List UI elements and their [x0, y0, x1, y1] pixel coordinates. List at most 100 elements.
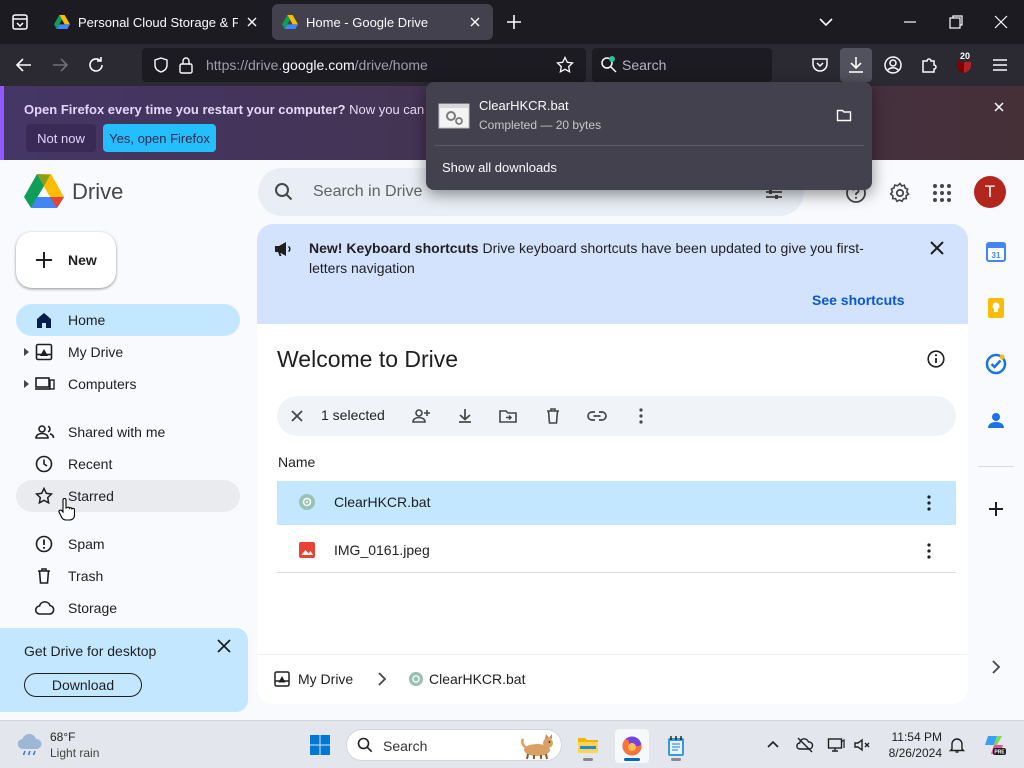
new-button[interactable]: New: [16, 232, 116, 288]
announcement-megaphone-icon: [273, 240, 293, 258]
weather-temperature[interactable]: 68°F: [50, 730, 75, 744]
sidebar-item-starred[interactable]: Starred: [16, 480, 240, 512]
notification-bell-icon[interactable]: [948, 736, 966, 754]
windows-start-icon[interactable]: [309, 734, 331, 756]
account-icon[interactable]: [883, 55, 903, 75]
close-tab-icon[interactable]: [244, 14, 260, 30]
my-drive-icon: [274, 671, 290, 687]
tab-list-icon[interactable]: [8, 10, 32, 34]
app-name[interactable]: Drive: [72, 179, 123, 205]
sidebar-item-recent[interactable]: Recent: [16, 448, 240, 480]
volume-muted-icon[interactable]: [853, 736, 871, 754]
url-bar[interactable]: https://drive.google.com/drive/home: [142, 48, 586, 82]
weather-condition[interactable]: Light rain: [50, 746, 99, 760]
browser-navigation-bar: https://drive.google.com/drive/home Sear…: [0, 44, 1024, 86]
search-engine-icon: [600, 56, 618, 74]
trash-icon: [35, 567, 53, 585]
browser-search-bar[interactable]: Search: [592, 48, 772, 82]
show-hidden-icons-chevron-icon[interactable]: [764, 736, 782, 754]
rain-cloud-weather-icon[interactable]: [16, 733, 44, 757]
new-tab-icon[interactable]: [504, 12, 524, 32]
taskbar-firefox[interactable]: [615, 729, 649, 763]
taskbar-clock[interactable]: 11:54 PM: [878, 730, 942, 744]
see-shortcuts-link[interactable]: See shortcuts: [812, 292, 905, 308]
sidebar-item-spam[interactable]: Spam: [16, 528, 240, 560]
download-icon[interactable]: [455, 406, 475, 426]
taskbar-notepad[interactable]: [659, 729, 693, 763]
move-to-folder-icon[interactable]: [498, 406, 518, 426]
more-options-icon[interactable]: [921, 493, 937, 513]
minimize-icon[interactable]: [900, 12, 920, 32]
sidebar-item-label: Trash: [68, 568, 104, 584]
more-options-icon[interactable]: [921, 541, 937, 561]
close-tab-icon[interactable]: [467, 14, 483, 30]
back-arrow-icon[interactable]: [14, 55, 34, 75]
lock-icon[interactable]: [178, 56, 194, 74]
reload-icon[interactable]: [86, 55, 106, 75]
clear-selection-icon[interactable]: [289, 408, 305, 424]
yes-open-firefox-button[interactable]: Yes, open Firefox: [103, 124, 216, 152]
sidebar-item-shared-with-me[interactable]: Shared with me: [16, 416, 240, 448]
search-icon[interactable]: [274, 182, 294, 202]
breadcrumb-file[interactable]: ClearHKCR.bat: [429, 671, 525, 687]
download-icon: [846, 55, 866, 75]
display-icon[interactable]: [827, 736, 845, 754]
sidebar-item-storage[interactable]: Storage: [16, 592, 240, 624]
open-folder-icon[interactable]: [836, 107, 852, 123]
not-now-button[interactable]: Not now: [26, 124, 96, 152]
close-window-icon[interactable]: [991, 12, 1011, 32]
bookmark-star-icon[interactable]: [556, 56, 574, 74]
tab-cloud-storage[interactable]: Personal Cloud Storage & File S: [44, 4, 270, 40]
taskbar-date[interactable]: 8/26/2024: [878, 746, 942, 760]
sidebar-item-label: Storage: [68, 600, 118, 616]
sidebar-item-trash[interactable]: Trash: [16, 560, 240, 592]
taskbar-file-explorer[interactable]: [571, 729, 605, 763]
more-actions-icon[interactable]: [631, 406, 651, 426]
extensions-puzzle-icon[interactable]: [919, 55, 939, 75]
downloads-button[interactable]: [840, 48, 872, 82]
keep-notes-icon[interactable]: [985, 297, 1007, 319]
trash-icon[interactable]: [543, 406, 563, 426]
restore-icon[interactable]: [946, 12, 966, 32]
list-all-tabs-icon[interactable]: [816, 12, 836, 32]
tab-google-drive[interactable]: Home - Google Drive: [272, 4, 493, 40]
settings-gear-icon[interactable]: [889, 182, 911, 204]
sidebar-item-home[interactable]: Home: [16, 304, 240, 336]
star-icon: [35, 487, 53, 505]
file-row[interactable]: ClearHKCR.bat: [277, 481, 956, 525]
contacts-icon[interactable]: [985, 409, 1007, 431]
close-promo-icon[interactable]: [216, 638, 232, 654]
forward-arrow-icon[interactable]: [50, 55, 70, 75]
drive-logo-icon[interactable]: [24, 174, 64, 208]
downloads-panel: ClearHKCR.bat Completed — 20 bytes Show …: [426, 82, 872, 190]
copilot-pre-icon[interactable]: PRE: [982, 733, 1006, 757]
bat-file-icon: [298, 493, 316, 511]
add-addon-plus-icon[interactable]: [985, 498, 1007, 520]
expand-arrow-icon[interactable]: [24, 348, 30, 356]
download-file-name[interactable]: ClearHKCR.bat: [479, 98, 569, 113]
file-row[interactable]: IMG_0161.jpeg: [277, 529, 956, 573]
pocket-icon[interactable]: [810, 55, 830, 75]
copy-link-icon[interactable]: [587, 406, 607, 426]
expand-arrow-icon[interactable]: [24, 380, 30, 388]
download-desktop-button[interactable]: Download: [24, 673, 142, 697]
shield-icon[interactable]: [152, 56, 170, 74]
show-all-downloads-link[interactable]: Show all downloads: [442, 160, 557, 175]
account-avatar[interactable]: T: [974, 176, 1006, 208]
close-banner-icon[interactable]: [929, 240, 945, 256]
info-icon[interactable]: [927, 350, 945, 368]
selection-toolbar: 1 selected: [277, 396, 956, 436]
notification-close-icon[interactable]: [992, 100, 1006, 114]
column-header-name[interactable]: Name: [278, 454, 315, 470]
onedrive-offline-icon[interactable]: [796, 736, 814, 754]
taskbar-search-box[interactable]: Search: [346, 729, 562, 761]
google-apps-icon[interactable]: [931, 182, 953, 204]
calendar-icon[interactable]: 31: [985, 241, 1007, 263]
breadcrumb-my-drive[interactable]: My Drive: [298, 671, 353, 687]
menu-hamburger-icon[interactable]: [990, 55, 1010, 75]
share-add-person-icon[interactable]: [411, 406, 431, 426]
tasks-icon[interactable]: [985, 353, 1007, 375]
expand-side-panel-chevron-icon[interactable]: [988, 658, 1010, 680]
sidebar-item-computers[interactable]: Computers: [16, 368, 240, 400]
sidebar-item-my-drive[interactable]: My Drive: [16, 336, 240, 368]
